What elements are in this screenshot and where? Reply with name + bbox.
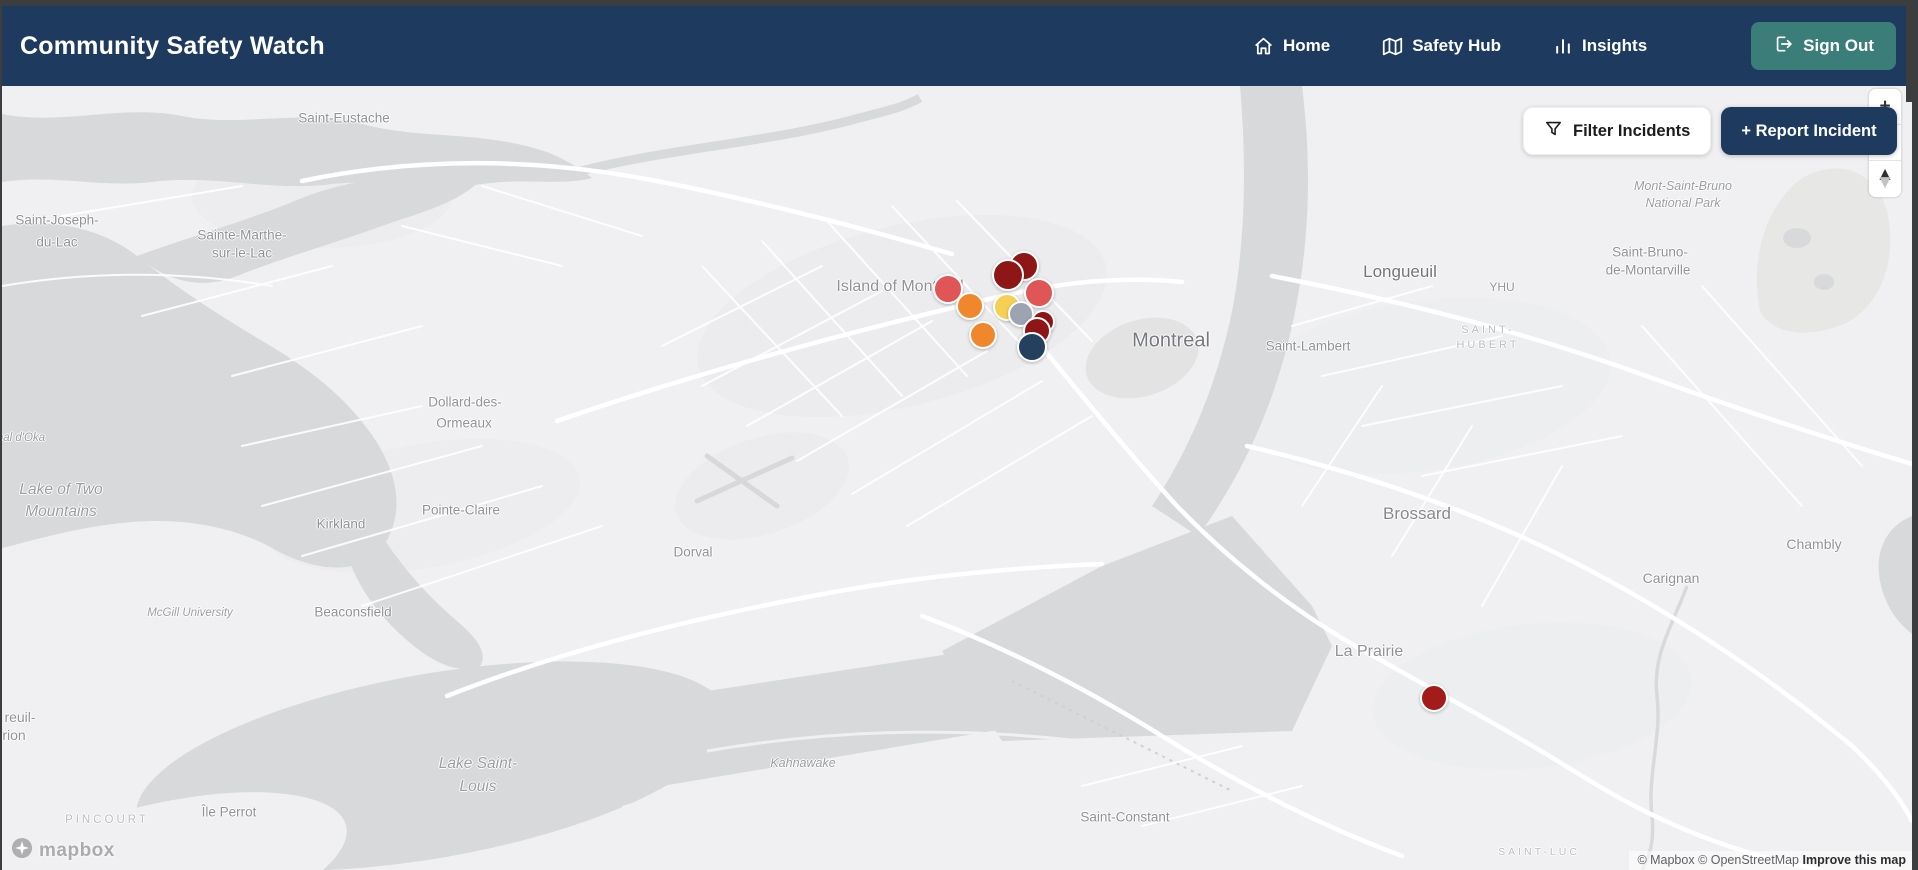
report-incident-button[interactable]: + Report Incident [1721,107,1897,155]
map-place-label: rion [2,727,26,743]
attribution-improve-link[interactable]: Improve this map [1803,853,1907,867]
main-nav: Home Safety Hub Insights Sign Out [1253,22,1896,70]
map-place-label: Saint-Joseph- [15,212,99,228]
map-place-label: McGill University [147,607,233,619]
incident-marker[interactable] [992,259,1024,291]
map-place-label: La Prairie [1334,643,1404,660]
nav-home[interactable]: Home [1253,36,1330,57]
map-place-label: Dollard-des- [428,394,502,410]
home-icon [1253,36,1274,57]
filter-incidents-button[interactable]: Filter Incidents [1523,107,1712,155]
map-icon [1382,36,1403,57]
map-place-label: nal d'Oka [2,432,46,444]
nav-home-label: Home [1282,36,1331,55]
app-title: Community Safety Watch [20,31,325,60]
map-place-label: Montreal [1132,329,1210,352]
map-place-label: Carignan [1642,570,1700,586]
map-place-label: Sainte-Marthe- [197,227,287,243]
incident-marker[interactable] [1017,332,1047,362]
map-place-label: Lake of Two [19,481,103,498]
map-place-label: Dorval [673,544,713,560]
map-place-label: PINCOURT [65,814,149,826]
map-place-label: Ormeaux [436,415,492,431]
report-incident-label: + Report Incident [1741,121,1877,140]
nav-safety-hub[interactable]: Safety Hub [1382,36,1501,57]
map-place-label: Longueuil [1363,262,1437,281]
compass-south-needle: ▼ [1875,172,1895,193]
sign-out-label: Sign Out [1803,36,1874,55]
sign-out-button[interactable]: Sign Out [1751,22,1896,70]
map-place-label: Kirkland [316,516,366,532]
attribution-osm-link[interactable]: © OpenStreetMap [1698,853,1799,867]
map-action-buttons: Filter Incidents + Report Incident [1523,107,1897,155]
map-place-label: Louis [459,778,497,795]
filter-incidents-label: Filter Incidents [1573,121,1691,140]
map-place-label: National Park [1645,196,1721,210]
mapbox-logo-icon [10,836,34,866]
nav-insights[interactable]: Insights [1553,36,1647,56]
map-canvas[interactable]: Saint-Eustache Saint-Joseph-du-Lac Sainte-… [2,86,1912,870]
logout-icon [1773,34,1793,59]
attribution-mapbox-link[interactable]: © Mapbox [1637,853,1694,867]
incident-marker[interactable] [1420,684,1448,712]
map-place-label: SAINT-LUC [1498,846,1580,858]
nav-safety-hub-label: Safety Hub [1412,36,1501,55]
window-chrome-edge [1906,6,1912,102]
map-place-label: sur-le-Lac [211,245,273,261]
incident-marker[interactable] [969,321,997,349]
map-base-layer [2,86,1912,870]
map-place-label: du-Lac [36,234,78,250]
map-place-label: reuil- [4,709,36,725]
filter-funnel-icon [1544,119,1563,143]
app-window: Community Safety Watch Home Safety Hub I… [2,6,1912,870]
incident-marker[interactable] [956,292,984,320]
compass-button[interactable]: ▲ ▼ [1869,161,1901,197]
map-attribution: © Mapbox © OpenStreetMap Improve this ma… [1629,851,1912,870]
map-place-label: Brossard [1382,504,1452,523]
map-place-label: Île Perrot [201,804,257,820]
app-header: Community Safety Watch Home Safety Hub I… [2,6,1912,86]
map-place-label: Pointe-Claire [421,502,501,518]
map-place-label: Kahnawake [770,756,836,770]
nav-insights-label: Insights [1582,36,1648,55]
bar-chart-icon [1553,36,1573,56]
map-place-label: Lake Saint- [438,755,518,772]
map-place-label: YHU [1489,280,1515,294]
map-place-label: Saint-Bruno- [1612,244,1688,260]
map-place-label: de-Montarville [1605,262,1691,278]
mapbox-logo-text: mapbox [39,840,115,861]
map-place-label: Beaconsfield [314,604,392,620]
map-place-label: Chambly [1786,536,1842,552]
map-place-label: HUBERT [1456,339,1520,351]
map-place-label: Saint-Eustache [298,110,390,126]
map-place-label: Mont-Saint-Bruno [1634,179,1732,193]
mapbox-logo[interactable]: mapbox [10,836,115,866]
map-place-label: Mountains [25,503,97,520]
map-place-label: Saint-Constant [1080,809,1170,825]
map-place-label: Saint-Lambert [1265,338,1351,354]
map-place-label: SAINT- [1461,324,1515,336]
